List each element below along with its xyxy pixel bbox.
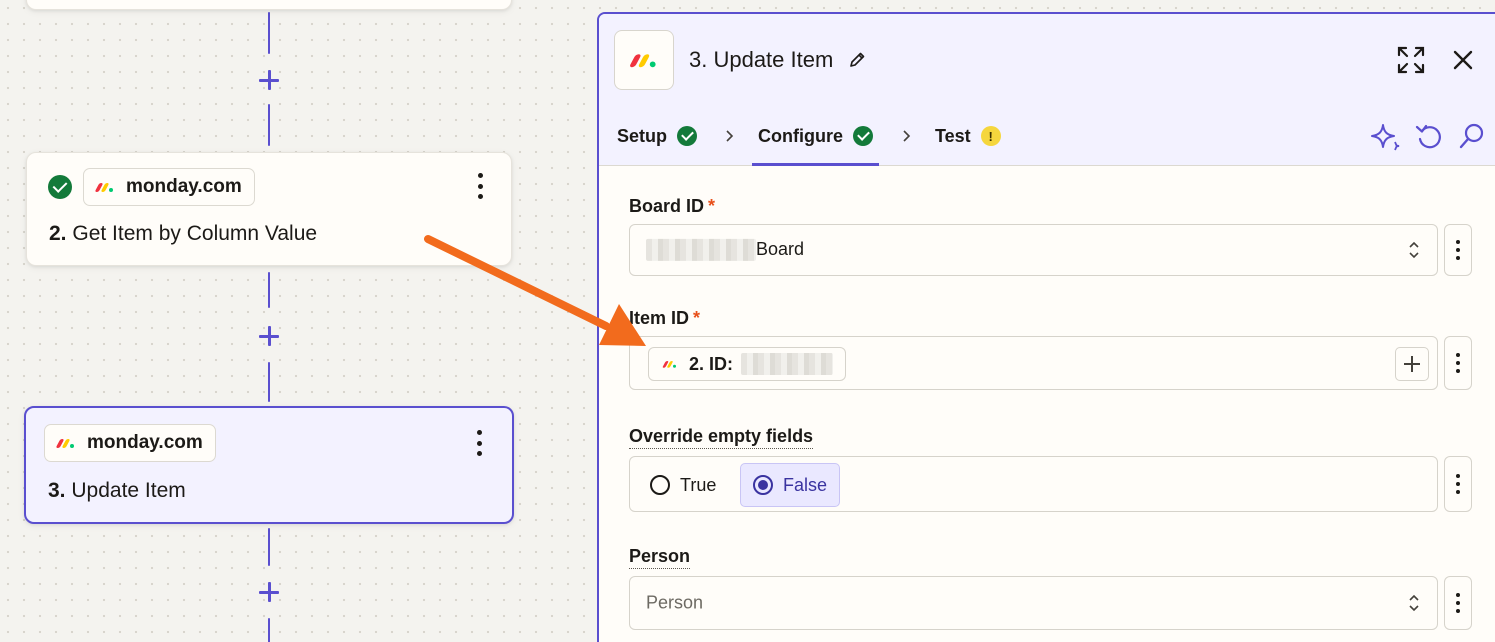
app-chip: monday.com xyxy=(83,168,255,206)
radio-checked-icon xyxy=(753,475,773,495)
person-select[interactable]: Person xyxy=(629,576,1438,630)
add-mapping-button[interactable] xyxy=(1395,347,1429,381)
monday-logo-icon xyxy=(628,50,660,70)
board-id-select[interactable]: Board xyxy=(629,224,1438,276)
step-card-3[interactable]: monday.com 3. Update Item xyxy=(24,406,514,524)
close-icon[interactable] xyxy=(1448,45,1478,75)
override-empty-fields-label: Override empty fields xyxy=(629,426,814,449)
field-options-button[interactable] xyxy=(1444,456,1472,512)
tab-test[interactable]: Test! xyxy=(935,106,1001,166)
app-name: monday.com xyxy=(87,432,203,453)
step-editor-panel: 3. Update Item Setup Configure Test! Boa… xyxy=(597,12,1495,642)
step-title: 2. Get Item by Column Value xyxy=(49,222,318,245)
monday-logo-icon xyxy=(55,436,77,450)
app-chip: monday.com xyxy=(44,424,216,462)
updown-icon xyxy=(1409,241,1419,259)
expand-icon[interactable] xyxy=(1396,45,1426,75)
panel-header: 3. Update Item xyxy=(599,14,1495,106)
app-name: monday.com xyxy=(126,176,242,197)
field-options-button[interactable] xyxy=(1444,336,1472,390)
radio-option-true[interactable]: True xyxy=(638,463,728,507)
field-options-button[interactable] xyxy=(1444,224,1472,276)
add-step-button[interactable] xyxy=(257,68,281,92)
check-icon xyxy=(677,126,698,146)
radio-icon xyxy=(650,475,670,495)
chevron-right-icon xyxy=(726,130,734,142)
search-icon[interactable] xyxy=(1457,121,1487,151)
warning-icon: ! xyxy=(980,126,1001,146)
person-label: Person xyxy=(629,546,691,569)
check-icon xyxy=(48,175,72,199)
connector-line xyxy=(268,0,270,642)
tab-setup[interactable]: Setup xyxy=(617,106,698,166)
override-radio-group: True False xyxy=(629,456,1438,512)
updown-icon xyxy=(1409,594,1419,612)
app-logo xyxy=(614,30,674,90)
add-step-button[interactable] xyxy=(257,324,281,348)
tab-bar: Setup Configure Test! xyxy=(599,106,1495,166)
person-placeholder: Person xyxy=(646,592,704,613)
check-icon xyxy=(853,126,873,146)
chevron-right-icon xyxy=(903,130,911,142)
redacted-value xyxy=(741,353,834,375)
board-id-label: Board ID * xyxy=(629,196,716,216)
monday-logo-icon xyxy=(94,180,116,194)
add-step-button[interactable] xyxy=(257,580,281,604)
step-title: 3. Update Item xyxy=(48,479,186,502)
radio-option-false[interactable]: False xyxy=(740,463,841,507)
kebab-icon[interactable] xyxy=(476,173,484,199)
step-card-2[interactable]: monday.com 2. Get Item by Column Value xyxy=(26,152,512,266)
undo-icon[interactable] xyxy=(1414,121,1444,151)
field-options-button[interactable] xyxy=(1444,576,1472,630)
tab-configure[interactable]: Configure xyxy=(752,106,879,166)
panel-title: 3. Update Item xyxy=(689,47,834,72)
redacted-value xyxy=(646,239,756,262)
monday-logo-icon xyxy=(662,359,679,370)
step-card-1[interactable] xyxy=(26,0,512,10)
mapped-field-pill[interactable]: 2. ID: xyxy=(648,347,847,381)
item-id-field[interactable]: 2. ID: xyxy=(629,336,1438,390)
pencil-icon[interactable] xyxy=(848,51,866,69)
kebab-icon[interactable] xyxy=(475,430,483,456)
item-id-label: Item ID * xyxy=(629,308,701,328)
sparkle-icon[interactable] xyxy=(1371,121,1401,151)
